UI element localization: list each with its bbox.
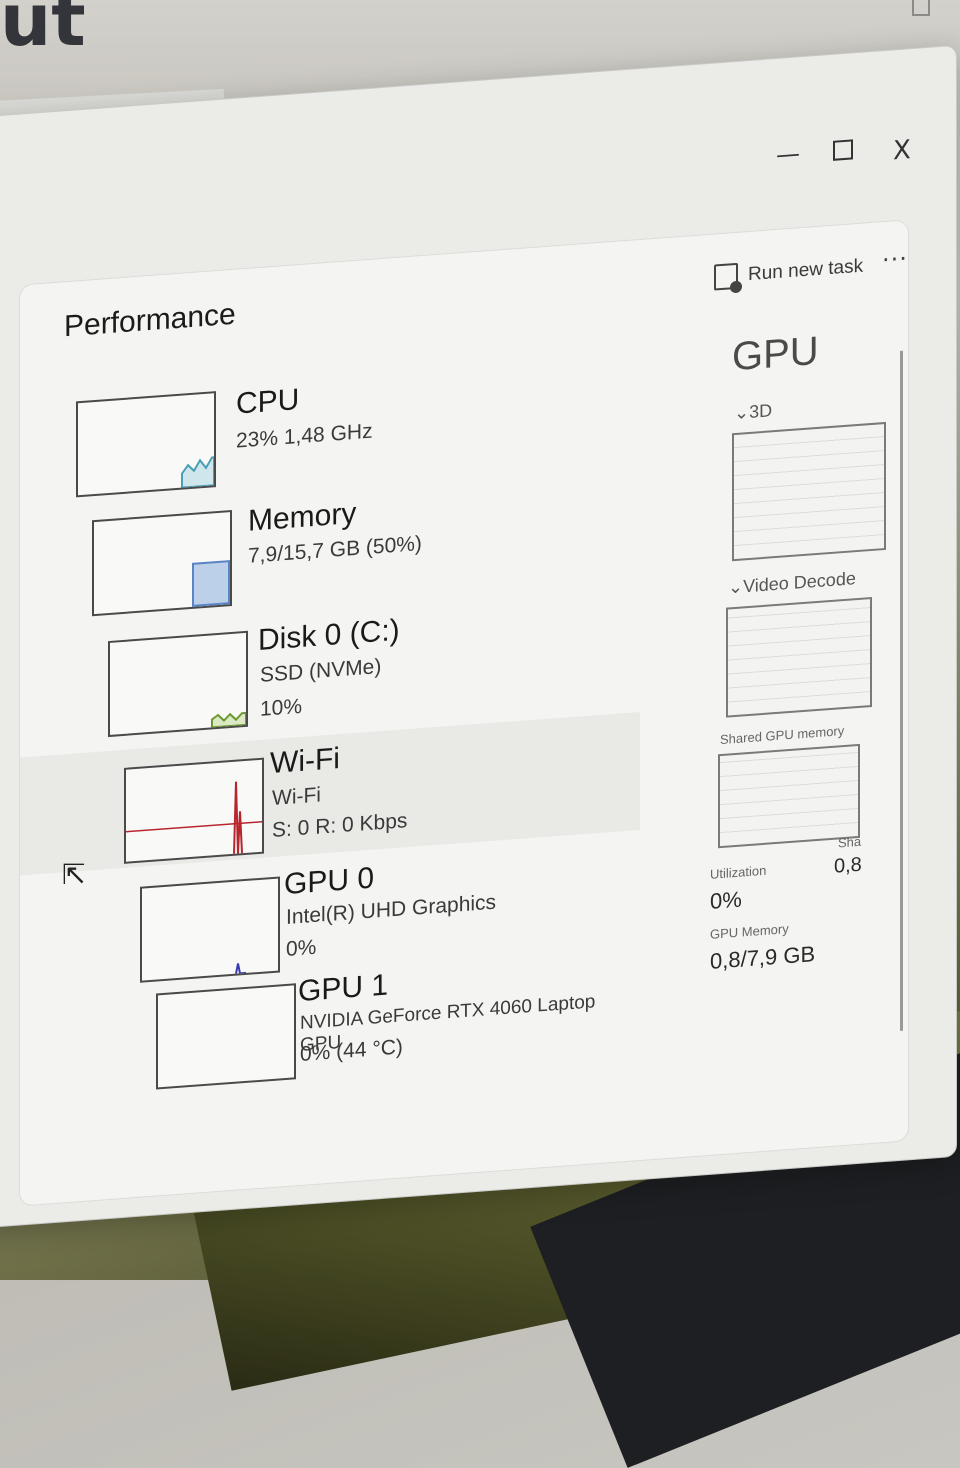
disk-graph-line <box>211 711 246 729</box>
run-task-icon <box>714 262 738 291</box>
device-name-disk: Disk 0 (C:) <box>258 613 400 658</box>
gpu-memory-value: 0,8/7,9 GB <box>710 941 816 974</box>
mouse-pointer-icon: ⇱ <box>62 858 86 891</box>
graph-shared-gpu-memory <box>718 743 860 849</box>
device-stat-disk-type: SSD (NVMe) <box>260 654 382 687</box>
device-stat-cpu: 23% 1,48 GHz <box>236 419 373 453</box>
wifi-graph <box>124 757 264 864</box>
graph-video-decode <box>726 596 872 718</box>
utilization-label: Utilization <box>710 862 767 882</box>
shared-memory-short-label: Sha <box>838 833 862 851</box>
device-stat-memory: 7,9/15,7 GB (50%) <box>248 532 422 568</box>
engine-selector-3d[interactable]: ⌄3D <box>734 400 772 424</box>
gpu-memory-label: GPU Memory <box>710 921 789 942</box>
memory-graph-fill <box>192 560 230 607</box>
gpu1-graph <box>156 983 296 1090</box>
device-stat-gpu0-usage: 0% <box>286 935 317 961</box>
minimize-button[interactable]: — <box>776 139 800 169</box>
engine-selector-video-decode[interactable]: ⌄Video Decode <box>728 568 856 598</box>
memory-graph <box>92 509 232 617</box>
wifi-graph-line <box>126 781 262 854</box>
gpu0-graph-line <box>235 963 246 975</box>
background-icon <box>912 0 930 16</box>
run-new-task-label: Run new task <box>748 255 864 286</box>
graph-3d <box>732 421 886 562</box>
maximize-button[interactable] <box>833 139 853 161</box>
device-name-gpu1: GPU 1 <box>298 968 389 1009</box>
disk-graph <box>108 630 248 738</box>
gpu-detail-title: GPU <box>732 328 819 380</box>
gpu0-graph <box>140 876 280 983</box>
shared-memory-short-value: 0,8 <box>834 853 862 878</box>
cpu-graph <box>76 391 216 498</box>
page-title: Performance <box>64 297 236 344</box>
close-button[interactable]: X <box>893 135 911 166</box>
cpu-graph-line <box>181 456 214 489</box>
utilization-value: 0% <box>710 886 742 914</box>
shared-gpu-memory-label: Shared GPU memory <box>720 723 845 748</box>
task-manager-window: — X Performance Run new task ··· CPU 23%… <box>0 44 957 1230</box>
background-heading: ut <box>0 0 86 62</box>
device-stat-wifi-adapter: Wi-Fi <box>272 783 321 811</box>
more-options-icon[interactable]: ··· <box>882 244 908 274</box>
performance-panel: Performance Run new task ··· CPU 23% 1,4… <box>19 219 909 1207</box>
device-stat-disk-usage: 10% <box>260 694 303 721</box>
gpu-detail-pane: GPU ⌄3D ⌄Video Decode Shared GPU memory … <box>710 317 900 1151</box>
device-name-memory: Memory <box>248 496 357 538</box>
run-new-task-button[interactable]: Run new task <box>714 254 863 291</box>
device-name-wifi: Wi-Fi <box>270 742 340 781</box>
device-name-cpu: CPU <box>236 383 300 421</box>
device-name-gpu0: GPU 0 <box>284 861 375 902</box>
task-manager-app: — X Performance Run new task ··· CPU 23%… <box>0 25 960 1285</box>
device-stat-wifi-throughput: S: 0 R: 0 Kbps <box>272 809 408 843</box>
scrollbar[interactable] <box>900 350 903 1031</box>
